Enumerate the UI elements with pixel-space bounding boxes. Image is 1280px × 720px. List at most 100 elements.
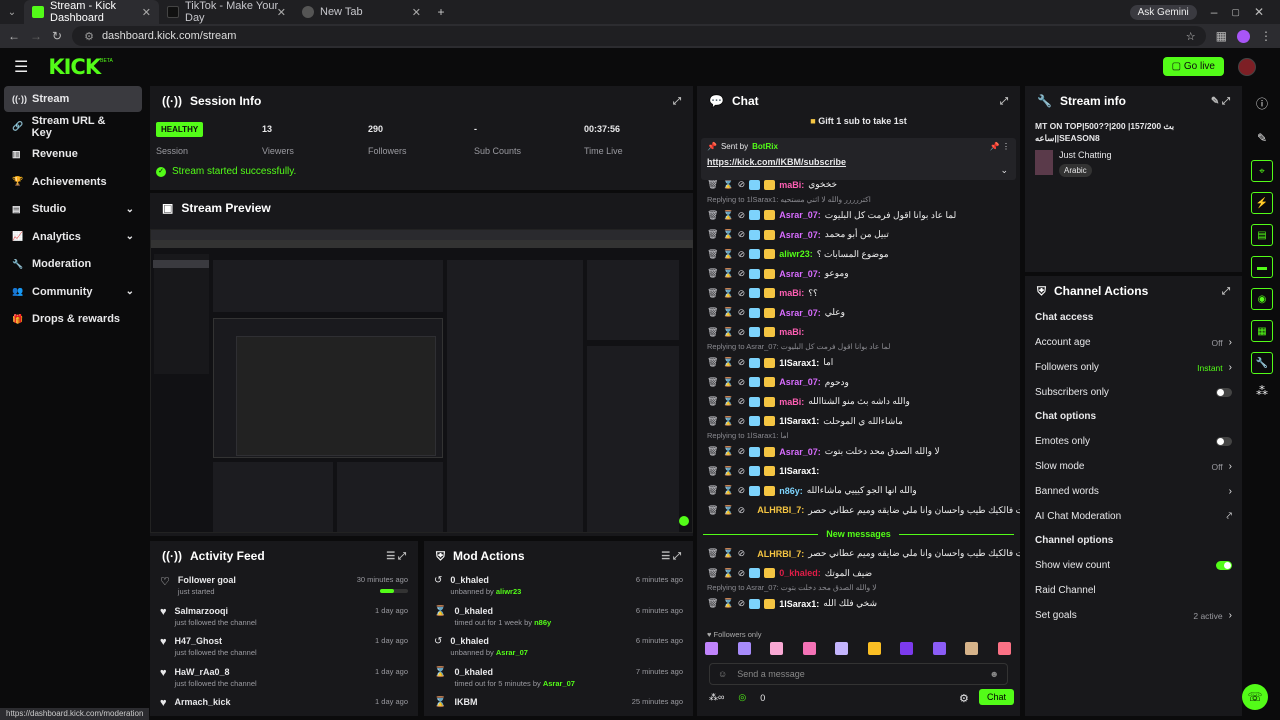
timeout-icon[interactable]: ⌛ bbox=[722, 307, 733, 318]
close-window-icon[interactable]: ✕ bbox=[1254, 5, 1264, 19]
chat-username[interactable]: Asrar_07: bbox=[779, 377, 821, 387]
chat-message[interactable]: 🗑 ⌛ ⊘ Asrar_07: ودحوم bbox=[697, 373, 1020, 393]
trash-icon[interactable]: 🗑 bbox=[707, 505, 718, 516]
chat-username[interactable]: n86y: bbox=[779, 486, 803, 496]
browser-tab-kick[interactable]: Stream - Kick Dashboard ✕ bbox=[24, 0, 159, 24]
chat-username[interactable]: ALHRBI_7: bbox=[757, 505, 804, 515]
stream-preview-video[interactable] bbox=[150, 229, 693, 533]
url-field[interactable]: ⚙ dashboard.kick.com/stream ☆ bbox=[72, 26, 1206, 46]
support-chat-icon[interactable]: ☏ bbox=[1242, 684, 1268, 710]
mod-by[interactable]: Asrar_07 bbox=[496, 648, 528, 657]
channel-action-row[interactable]: Banned words › bbox=[1025, 479, 1242, 504]
trash-icon[interactable]: 🗑 bbox=[707, 568, 718, 579]
ban-icon[interactable]: ⊘ bbox=[738, 568, 746, 579]
minimize-icon[interactable]: – bbox=[1211, 5, 1218, 19]
trash-icon[interactable]: 🗑 bbox=[707, 229, 718, 240]
tab-search-icon[interactable]: ⌄ bbox=[0, 7, 24, 18]
mod-by[interactable]: n86y bbox=[534, 618, 551, 627]
timeout-icon[interactable]: ⌛ bbox=[722, 485, 733, 496]
chat-username[interactable]: 1lSarax1: bbox=[779, 416, 819, 426]
activity-row[interactable]: ♥ Armach_kick 1 day ago bbox=[150, 693, 418, 716]
channel-action-row[interactable]: Slow mode Off › bbox=[1025, 454, 1242, 479]
channel-action-row[interactable]: Show view count bbox=[1025, 553, 1242, 578]
timeout-icon[interactable]: ⌛ bbox=[722, 249, 733, 260]
chat-input[interactable]: ☺ Send a message ☻ bbox=[709, 663, 1008, 685]
external-link-icon[interactable]: ⤤ bbox=[1226, 511, 1232, 522]
channel-action-row[interactable]: Followers only Instant › bbox=[1025, 355, 1242, 380]
ban-icon[interactable]: ⊘ bbox=[738, 179, 746, 190]
mod-action-row[interactable]: ↺ 0_khaled unbanned by Asrar_07 6 minute… bbox=[424, 632, 693, 663]
ban-icon[interactable]: ⊘ bbox=[738, 466, 746, 477]
close-tab-icon[interactable]: ✕ bbox=[142, 6, 151, 19]
browser-tab-tiktok[interactable]: TikTok - Make Your Day ✕ bbox=[159, 0, 294, 24]
ask-gemini-button[interactable]: Ask Gemini bbox=[1129, 4, 1197, 20]
info-icon[interactable]: ⓘ bbox=[1248, 95, 1276, 112]
chat-username[interactable]: 1lSarax1: bbox=[779, 466, 819, 476]
channel-action-row[interactable]: Raid Channel bbox=[1025, 578, 1242, 603]
ban-icon[interactable]: ⊘ bbox=[738, 249, 746, 260]
follower-emote[interactable] bbox=[802, 642, 816, 655]
raid-icon[interactable]: ⌖ bbox=[1251, 160, 1273, 182]
chevron-right-icon[interactable]: › bbox=[1229, 610, 1232, 621]
chat-message[interactable]: 🗑 ⌛ ⊘ Asrar_07: لما عاد بوانا اقول فرمت … bbox=[697, 206, 1020, 226]
follower-emote[interactable] bbox=[770, 642, 784, 655]
chat-username[interactable]: 0_khaled: bbox=[779, 568, 821, 578]
share-icon[interactable]: ⁂ bbox=[1248, 384, 1276, 398]
chat-username[interactable]: maBi: bbox=[779, 180, 804, 190]
ban-icon[interactable]: ⊘ bbox=[738, 229, 746, 240]
maximize-icon[interactable]: ▢ bbox=[1231, 7, 1240, 18]
sidebar-item-community[interactable]: 👥 Community ⌄ bbox=[4, 279, 142, 305]
toggle-switch[interactable] bbox=[1216, 561, 1232, 570]
wrench-icon[interactable]: 🔧 bbox=[1251, 352, 1273, 374]
mod-by[interactable]: aliwr23 bbox=[496, 587, 521, 596]
pinned-user[interactable]: BotRix bbox=[752, 142, 778, 151]
trash-icon[interactable]: 🗑 bbox=[707, 179, 718, 190]
timeout-icon[interactable]: ⌛ bbox=[722, 568, 733, 579]
chat-message[interactable]: 🗑 ⌛ ⊘ maBi: والله داشه بث منو الشتاالله bbox=[697, 392, 1020, 412]
chat-username[interactable]: Asrar_07: bbox=[779, 269, 821, 279]
bookmark-star-icon[interactable]: ☆ bbox=[1186, 30, 1196, 43]
follower-emote[interactable] bbox=[965, 642, 979, 655]
unpin-icon[interactable]: 📌 ⋮ bbox=[990, 142, 1010, 151]
follower-emote[interactable] bbox=[835, 642, 849, 655]
edit-icon[interactable]: ✎ ⤢ bbox=[1211, 96, 1230, 107]
chat-username[interactable]: maBi: bbox=[779, 397, 804, 407]
trash-icon[interactable]: 🗑 bbox=[707, 288, 718, 299]
close-tab-icon[interactable]: ✕ bbox=[412, 6, 421, 19]
timeout-icon[interactable]: ⌛ bbox=[722, 598, 733, 609]
filter-icon[interactable]: ☰ ⤢ bbox=[386, 551, 406, 562]
chat-bubble-icon[interactable]: ▬ bbox=[1251, 256, 1273, 278]
channel-action-row[interactable]: AI Chat Moderation ⤤ bbox=[1025, 504, 1242, 529]
mod-action-row[interactable]: ↺ 0_khaled unbanned by aliwr23 6 minutes… bbox=[424, 571, 693, 602]
timeout-icon[interactable]: ⌛ bbox=[722, 446, 733, 457]
new-tab-button[interactable]: + bbox=[429, 5, 453, 19]
trash-icon[interactable]: 🗑 bbox=[707, 210, 718, 221]
channel-action-row[interactable]: Account age Off › bbox=[1025, 330, 1242, 355]
channel-action-row[interactable]: Set goals 2 active › bbox=[1025, 603, 1242, 628]
chevron-right-icon[interactable]: › bbox=[1229, 362, 1232, 373]
sidebar-item-moderation[interactable]: 🔧 Moderation bbox=[4, 251, 142, 277]
chat-message[interactable]: 🗑 ⌛ ⊘ ALHRBI_7: انا عاندي خمسه حسابات فا… bbox=[697, 544, 1020, 564]
send-chat-button[interactable]: Chat bbox=[979, 689, 1015, 705]
back-icon[interactable]: ← bbox=[8, 29, 20, 43]
chat-username[interactable]: 1lSarax1: bbox=[779, 358, 819, 368]
chat-username[interactable]: Asrar_07: bbox=[779, 447, 821, 457]
site-info-icon[interactable]: ⚙ bbox=[84, 30, 94, 43]
chat-message[interactable]: 🗑 ⌛ ⊘ maBi: ؟؟ bbox=[697, 284, 1020, 304]
lightning-icon[interactable]: ⚡ bbox=[1251, 192, 1273, 214]
chat-settings-icon[interactable]: ⚙ bbox=[959, 692, 969, 705]
trash-icon[interactable]: 🗑 bbox=[707, 598, 718, 609]
activity-row[interactable]: ♥ H47_Ghost just followed the channel 1 … bbox=[150, 632, 418, 663]
ban-icon[interactable]: ⊘ bbox=[738, 327, 746, 338]
activity-row[interactable]: ♥ HaW_rAa0_8 just followed the channel 1… bbox=[150, 663, 418, 694]
chat-message[interactable]: 🗑 ⌛ ⊘ aliwr23: موضوع المسابات ؟ bbox=[697, 245, 1020, 265]
emoji-icon[interactable]: ☻ bbox=[990, 669, 999, 679]
timeout-icon[interactable]: ⌛ bbox=[722, 327, 733, 338]
profile-avatar[interactable] bbox=[1237, 29, 1250, 43]
mod-tools-icon[interactable]: ⁂∞ bbox=[709, 692, 724, 703]
follower-emote[interactable] bbox=[900, 642, 914, 655]
timeout-icon[interactable]: ⌛ bbox=[722, 416, 733, 427]
timeout-icon[interactable]: ⌛ bbox=[722, 229, 733, 240]
timeout-icon[interactable]: ⌛ bbox=[722, 268, 733, 279]
browser-menu-icon[interactable]: ⋮ bbox=[1260, 29, 1272, 43]
